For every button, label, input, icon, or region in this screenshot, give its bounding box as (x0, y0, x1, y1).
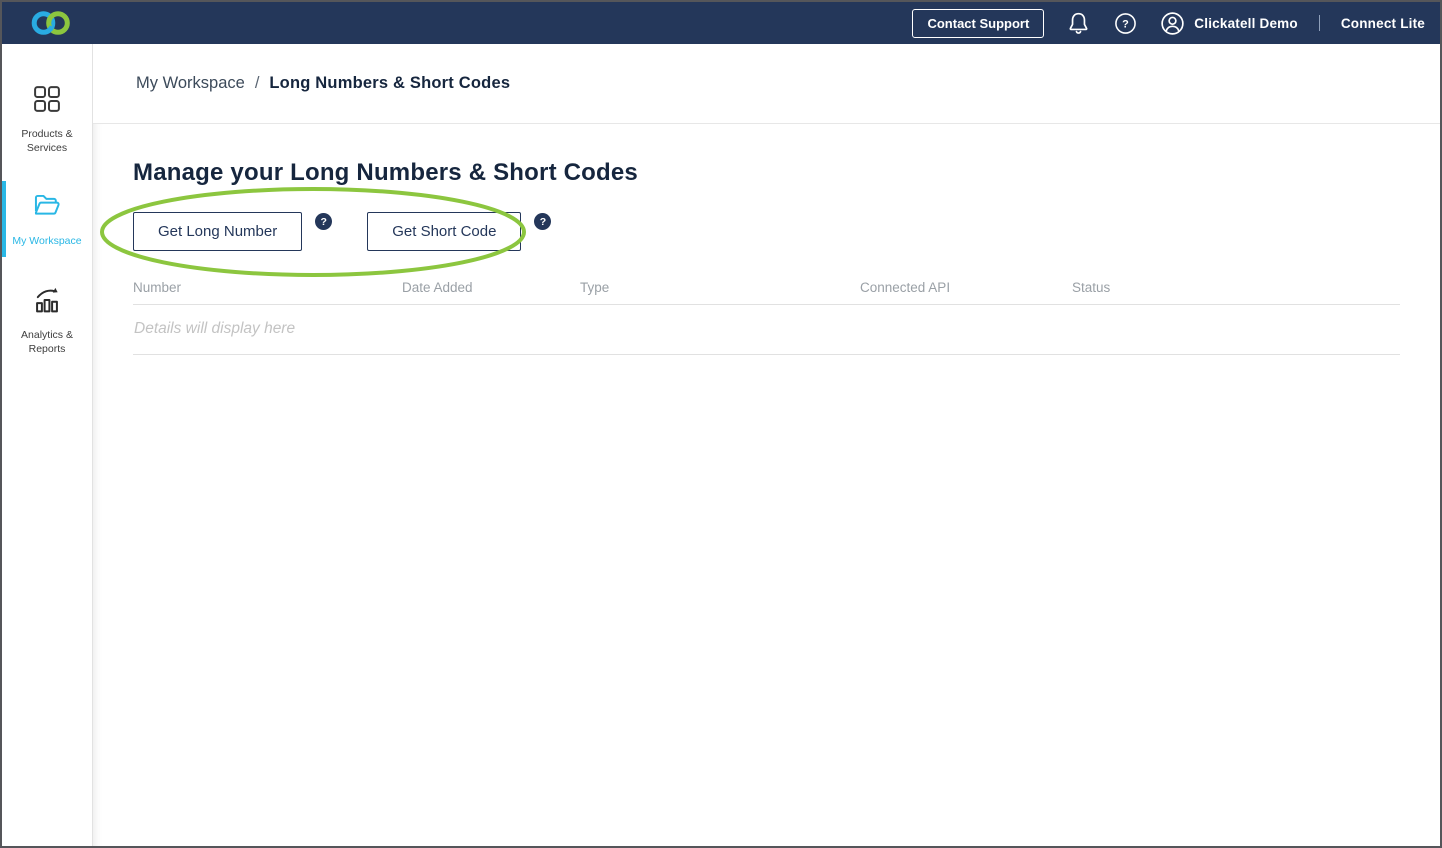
column-header-status: Status (1072, 280, 1111, 295)
grid-icon (30, 82, 64, 121)
topbar-actions: Contact Support ? Clickatell Demo Connec… (912, 8, 1425, 38)
sidebar-item-products-services[interactable]: Products & Services (2, 74, 92, 163)
numbers-table: Number Date Added Type Connected API Sta… (133, 280, 1400, 355)
bar-chart-icon (30, 283, 64, 322)
page-content: Manage your Long Numbers & Short Codes G… (93, 124, 1440, 846)
column-header-type: Type (580, 280, 610, 295)
sidebar-item-analytics-reports[interactable]: Analytics & Reports (2, 275, 92, 364)
contact-support-button[interactable]: Contact Support (912, 8, 1045, 38)
column-header-number: Number (133, 280, 182, 295)
sidebar-item-label: My Workspace (12, 235, 82, 248)
svg-text:?: ? (1122, 18, 1129, 30)
long-number-help-icon[interactable]: ? (315, 213, 333, 230)
action-buttons-row: Get Long Number ? Get Short Code ? (133, 212, 1400, 251)
account-menu[interactable]: Clickatell Demo (1159, 10, 1298, 37)
table-empty-state: Details will display here (133, 305, 1400, 355)
sidebar-nav: Products & Services My Workspace Analyti… (2, 44, 93, 846)
page-title: Manage your Long Numbers & Short Codes (133, 159, 638, 186)
help-icon[interactable]: ? (1113, 11, 1138, 36)
column-header-date-added: Date Added (402, 280, 473, 295)
get-long-number-button[interactable]: Get Long Number (133, 212, 303, 251)
top-navbar: Contact Support ? Clickatell Demo Connec… (2, 2, 1440, 44)
breadcrumb-current: Long Numbers & Short Codes (269, 74, 511, 92)
user-avatar-icon (1159, 10, 1186, 37)
short-code-help-icon[interactable]: ? (534, 213, 552, 230)
notifications-bell-icon[interactable] (1065, 10, 1092, 37)
sidebar-item-my-workspace[interactable]: My Workspace (2, 181, 92, 257)
table-header-row: Number Date Added Type Connected API Sta… (133, 280, 1400, 305)
topbar-divider (1318, 15, 1320, 31)
folder-icon (30, 189, 64, 228)
breadcrumb-separator: / (254, 74, 260, 92)
breadcrumb-parent-link[interactable]: My Workspace (136, 74, 245, 93)
column-header-connected-api: Connected API (860, 280, 951, 295)
breadcrumb: My Workspace / Long Numbers & Short Code… (93, 44, 1440, 124)
main-area: My Workspace / Long Numbers & Short Code… (93, 44, 1440, 846)
account-name-label: Clickatell Demo (1194, 15, 1298, 31)
product-name-label: Connect Lite (1340, 15, 1425, 31)
app-window: Contact Support ? Clickatell Demo Connec… (0, 0, 1442, 848)
sidebar-item-label: Products & Services (21, 128, 73, 154)
sidebar-item-label: Analytics & Reports (21, 328, 73, 355)
clickatell-logo-icon[interactable] (28, 8, 74, 38)
get-short-code-button[interactable]: Get Short Code (367, 212, 522, 251)
